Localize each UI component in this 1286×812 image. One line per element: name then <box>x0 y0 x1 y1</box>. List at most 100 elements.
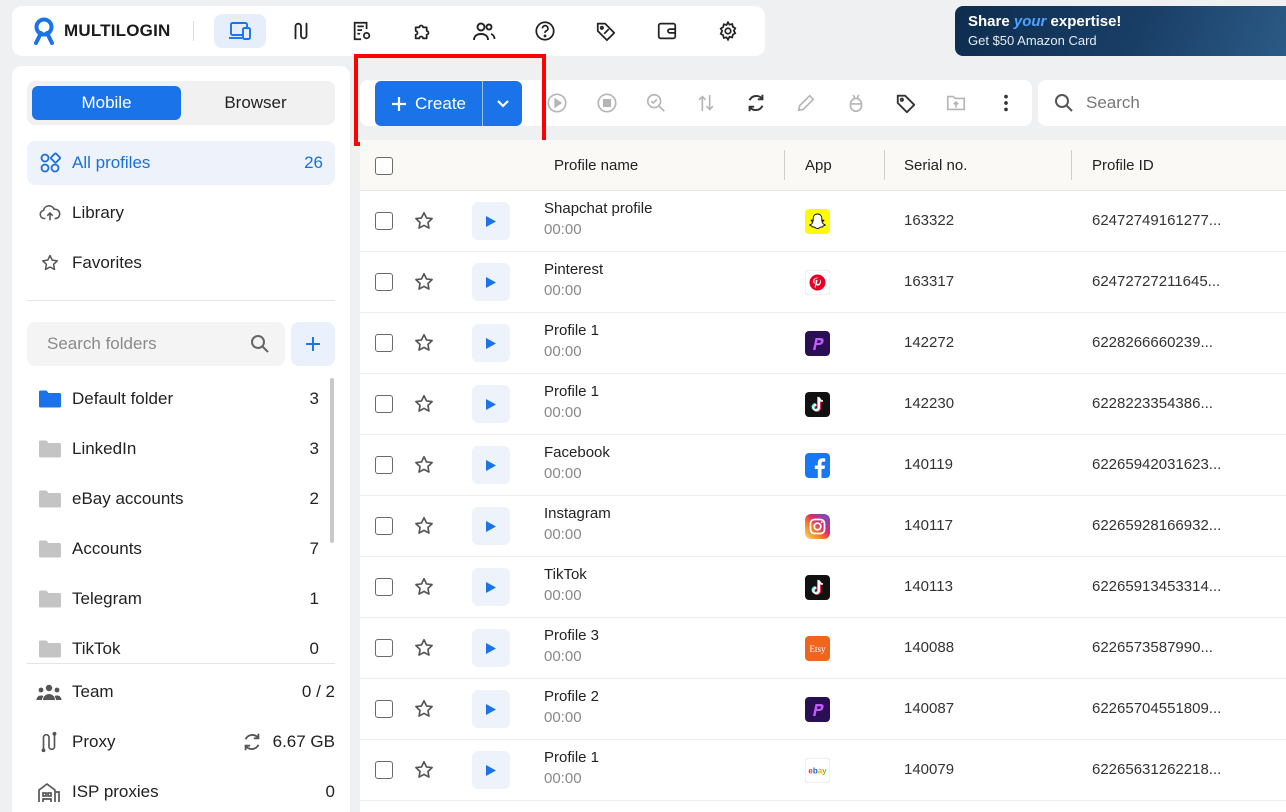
brand-logo[interactable]: MULTILOGIN <box>32 17 171 45</box>
row-checkbox[interactable] <box>375 517 393 535</box>
row-checkbox[interactable] <box>375 761 393 779</box>
sidebar-item-proxy[interactable]: Proxy 6.67 GB <box>27 722 335 762</box>
start-profile-button[interactable] <box>472 385 510 423</box>
favorite-star-icon[interactable] <box>413 210 435 232</box>
table-row[interactable]: Instagram 00:00 140117 62265928166932... <box>360 496 1286 557</box>
favorite-star-icon[interactable] <box>413 454 435 476</box>
profile-id[interactable]: 62265913453314... <box>1092 578 1221 595</box>
row-checkbox[interactable] <box>375 395 393 413</box>
column-resize-handle[interactable] <box>784 150 785 180</box>
folder-move-button[interactable] <box>944 91 968 115</box>
start-profile-button[interactable] <box>472 263 510 301</box>
profile-id[interactable]: 6228266660239... <box>1092 334 1213 351</box>
sidebar-item-favorites[interactable]: Favorites <box>27 241 335 285</box>
refresh-button[interactable] <box>744 91 768 115</box>
profile-name[interactable]: Pinterest <box>544 261 603 278</box>
profile-id[interactable]: 62265928166932... <box>1092 517 1221 534</box>
profile-name[interactable]: Shapchat profile <box>544 200 652 217</box>
sidebar-item-all-profiles[interactable]: All profiles 26 <box>27 141 335 185</box>
edit-pencil-button[interactable] <box>794 91 818 115</box>
nav-gear-button[interactable] <box>702 14 754 48</box>
favorite-star-icon[interactable] <box>413 576 435 598</box>
table-row[interactable]: TikTok 00:00 140113 62265913453314... <box>360 557 1286 618</box>
profile-name[interactable]: Profile 3 <box>544 627 599 644</box>
column-header-serial[interactable]: Serial no. <box>904 140 967 191</box>
start-profile-button[interactable] <box>472 446 510 484</box>
profile-name[interactable]: Profile 1 <box>544 322 599 339</box>
sidebar-item-library[interactable]: Library <box>27 191 335 235</box>
zoom-check-button[interactable] <box>644 91 668 115</box>
cookie-robot-button[interactable] <box>844 91 868 115</box>
table-row[interactable]: Profile 3 00:00 Etsy 140088 6226573587990... <box>360 618 1286 679</box>
sidebar-item-isp-proxies[interactable]: ISP proxies 0 <box>27 772 335 812</box>
favorite-star-icon[interactable] <box>413 332 435 354</box>
row-checkbox[interactable] <box>375 273 393 291</box>
folders-scrollbar[interactable] <box>330 378 334 543</box>
favorite-star-icon[interactable] <box>413 393 435 415</box>
table-row[interactable]: Shapchat profile 00:00 163322 6247274916127… <box>360 191 1286 252</box>
tab-mobile[interactable]: Mobile <box>32 86 181 120</box>
profile-id[interactable]: 62472749161277... <box>1092 212 1221 229</box>
profile-name[interactable]: Profile 1 <box>544 383 599 400</box>
folder-item[interactable]: TikTok 0 <box>27 627 327 671</box>
tab-browser[interactable]: Browser <box>181 86 330 120</box>
row-checkbox[interactable] <box>375 212 393 230</box>
favorite-star-icon[interactable] <box>413 271 435 293</box>
table-row[interactable]: Profile 1 00:00 ebay 140079 62265631262218..… <box>360 740 1286 801</box>
table-row[interactable]: Profile 2 00:00 140087 62265704551809... <box>360 679 1286 740</box>
folder-item[interactable]: Default folder 3 <box>27 377 327 421</box>
nav-wallet-button[interactable] <box>641 14 693 48</box>
start-profile-button[interactable] <box>472 324 510 362</box>
sidebar-item-team[interactable]: Team 0 / 2 <box>27 672 335 712</box>
column-resize-handle[interactable] <box>1071 150 1072 180</box>
profile-id[interactable]: 62265704551809... <box>1092 700 1221 717</box>
favorite-star-icon[interactable] <box>413 759 435 781</box>
row-checkbox[interactable] <box>375 334 393 352</box>
favorite-star-icon[interactable] <box>413 698 435 720</box>
row-checkbox[interactable] <box>375 578 393 596</box>
row-checkbox[interactable] <box>375 700 393 718</box>
profile-name[interactable]: Profile 2 <box>544 688 599 705</box>
table-row[interactable]: Pinterest 00:00 163317 62472727211645... <box>360 252 1286 313</box>
favorite-star-icon[interactable] <box>413 515 435 537</box>
select-all-checkbox[interactable] <box>375 156 393 175</box>
transfer-button[interactable] <box>694 91 718 115</box>
table-row[interactable]: Profile 1 00:00 142272 6228266660239... <box>360 313 1286 374</box>
nav-proxy-route-button[interactable] <box>275 14 327 48</box>
profile-id[interactable]: 6228223354386... <box>1092 395 1213 412</box>
profile-name[interactable]: Profile 1 <box>544 749 599 766</box>
profile-id[interactable]: 6226573587990... <box>1092 639 1213 656</box>
folder-item[interactable]: Telegram 1 <box>27 577 327 621</box>
refresh-icon[interactable] <box>241 731 263 753</box>
folder-item[interactable]: LinkedIn 3 <box>27 427 327 471</box>
profile-id[interactable]: 62265631262218... <box>1092 761 1221 778</box>
start-profile-button[interactable] <box>472 568 510 606</box>
start-profile-button[interactable] <box>472 629 510 667</box>
profile-name[interactable]: Facebook <box>544 444 610 461</box>
tag-button[interactable] <box>894 91 918 115</box>
profile-name[interactable]: Instagram <box>544 505 611 522</box>
column-resize-handle[interactable] <box>884 150 885 180</box>
start-profile-button[interactable] <box>472 507 510 545</box>
table-row[interactable]: Profile 1 00:00 142230 6228223354386... <box>360 374 1286 435</box>
more-vertical-button[interactable] <box>994 91 1018 115</box>
nav-help-button[interactable] <box>519 14 571 48</box>
promo-banner[interactable]: Share your expertise! Get $50 Amazon Car… <box>955 6 1286 56</box>
profile-id[interactable]: 62472727211645... <box>1092 273 1220 290</box>
nav-document-settings-button[interactable] <box>336 14 388 48</box>
row-checkbox[interactable] <box>375 639 393 657</box>
favorite-star-icon[interactable] <box>413 637 435 659</box>
stop-button[interactable] <box>595 91 619 115</box>
start-profile-button[interactable] <box>472 690 510 728</box>
column-header-profile-id[interactable]: Profile ID <box>1092 140 1154 191</box>
profile-name[interactable]: TikTok <box>544 566 587 583</box>
start-profile-button[interactable] <box>472 202 510 240</box>
nav-devices-button[interactable] <box>213 14 266 48</box>
folder-search-input[interactable] <box>47 334 247 354</box>
column-header-profile-name[interactable]: Profile name <box>554 140 638 191</box>
folder-item[interactable]: eBay accounts 2 <box>27 477 327 521</box>
folder-item[interactable]: Accounts 7 <box>27 527 327 571</box>
nav-puzzle-button[interactable] <box>397 14 449 48</box>
nav-tag-button[interactable] <box>580 14 632 48</box>
profile-id[interactable]: 62265942031623... <box>1092 456 1221 473</box>
